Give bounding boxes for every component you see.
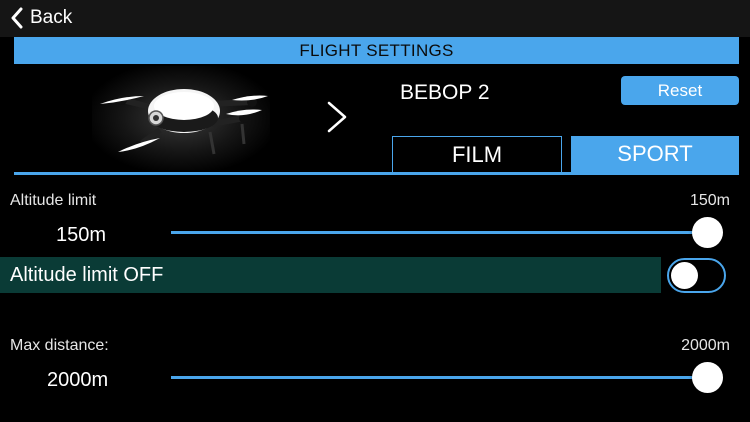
max-distance-slider-knob[interactable] <box>692 362 723 393</box>
max-distance-label: Max distance: <box>10 337 109 354</box>
back-label: Back <box>30 7 73 28</box>
drone-model-name: BEBOP 2 <box>400 81 490 104</box>
max-distance-value: 2000m <box>47 369 109 391</box>
tab-sport[interactable]: SPORT <box>571 136 739 172</box>
altitude-limit-off-label: Altitude limit OFF <box>10 263 164 286</box>
toggle-knob <box>671 262 698 289</box>
max-distance-slider-track[interactable] <box>171 376 708 379</box>
altitude-slider-knob[interactable] <box>692 217 723 248</box>
drone-image <box>92 66 270 170</box>
altitude-max-label: 150m <box>689 192 730 209</box>
back-button[interactable]: Back <box>10 4 72 32</box>
altitude-limit-off-toggle[interactable] <box>667 258 726 293</box>
altitude-slider-track[interactable] <box>171 231 708 234</box>
top-bar <box>0 0 750 37</box>
altitude-value: 150m <box>56 224 107 246</box>
max-distance-max-label: 2000m <box>681 337 730 354</box>
chevron-right-icon[interactable] <box>325 100 349 134</box>
tabs-divider <box>14 172 739 175</box>
page-title: FLIGHT SETTINGS <box>14 37 739 64</box>
reset-button[interactable]: Reset <box>621 76 739 105</box>
altitude-limit-off-row: Altitude limit OFF <box>0 257 661 293</box>
chevron-left-icon <box>11 7 23 29</box>
tab-film[interactable]: FILM <box>392 136 562 172</box>
altitude-limit-label: Altitude limit <box>10 192 97 209</box>
